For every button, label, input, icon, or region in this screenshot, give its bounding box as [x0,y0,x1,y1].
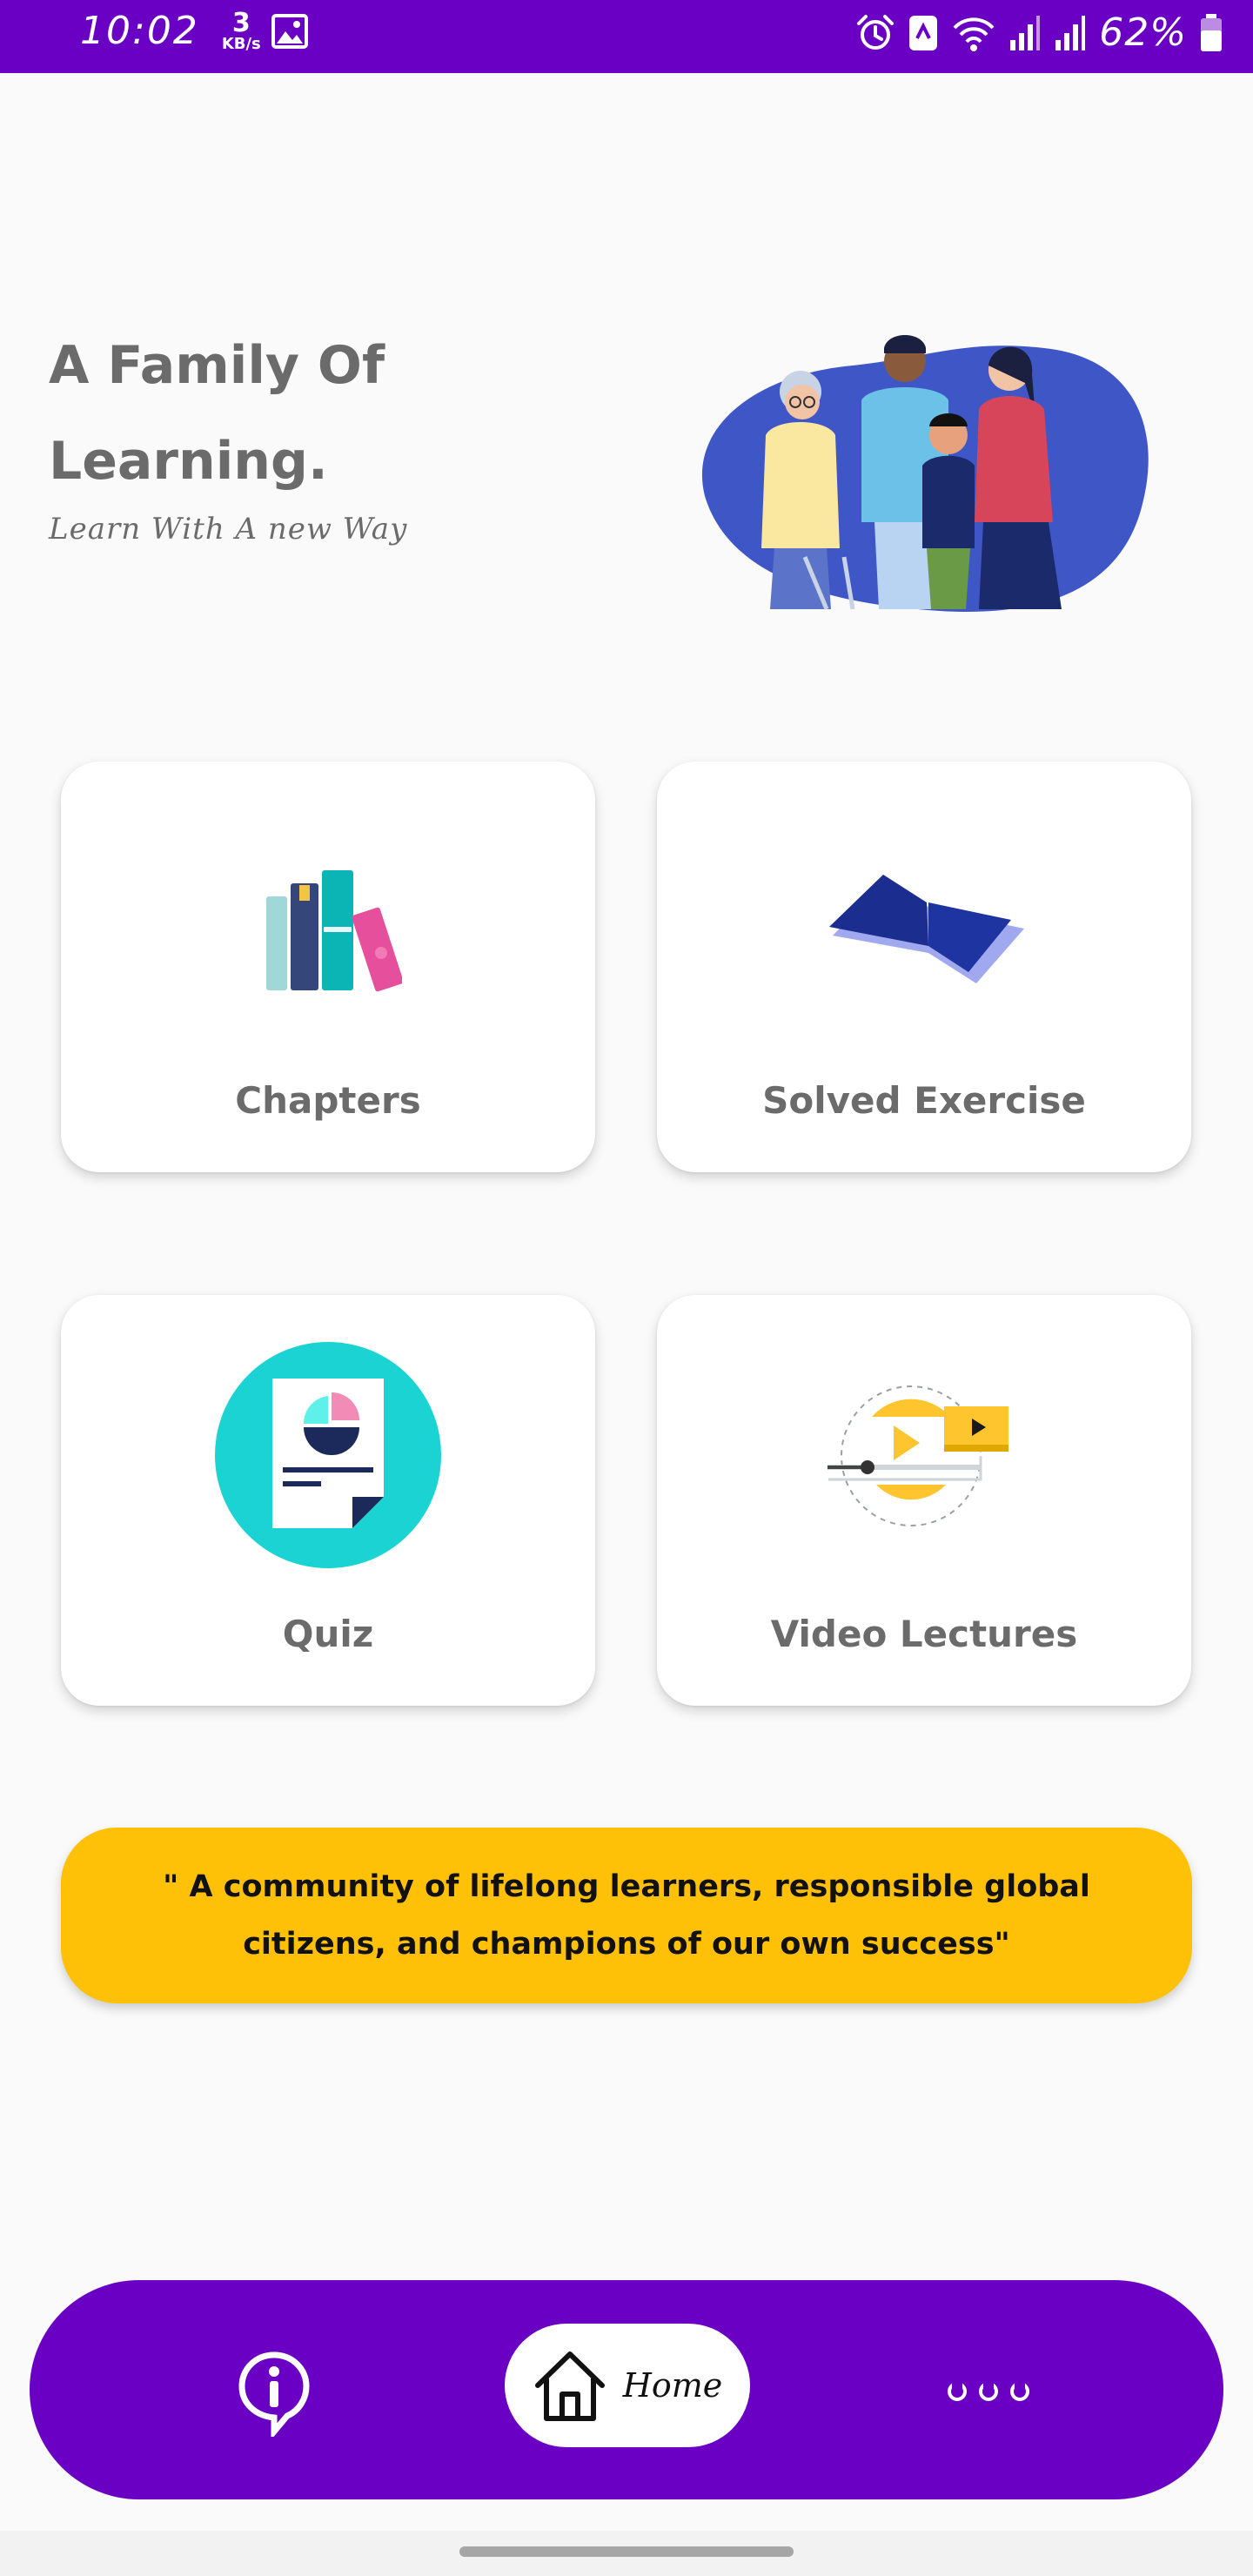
books-icon [266,870,402,992]
quiz-card[interactable]: Quiz [61,1295,595,1706]
open-book-icon [829,875,1024,983]
family-illustration [701,335,1149,613]
signal-1-icon [1010,15,1041,50]
gesture-handle[interactable] [459,2546,794,2557]
video-lectures-label: Video Lectures [770,1613,1078,1655]
solved-exercise-label: Solved Exercise [762,1079,1086,1122]
signal-2-icon [1055,15,1086,50]
network-speed: 3 KB/s [222,10,261,52]
home-label: Home [622,2366,723,2405]
home-tab[interactable]: Home [505,2324,750,2447]
network-speed-value: 3 [231,7,251,38]
video-player-icon [828,1385,1008,1526]
network-speed-unit: KB/s [221,34,261,53]
hero-subtitle: Learn With A new Way [49,512,408,547]
bottom-navigation: Home [30,2280,1223,2499]
image-icon [271,13,308,49]
more-icon[interactable] [943,2367,1034,2411]
status-left: 10:02 3 KB/s [80,9,308,53]
hero-title: A Family Of Learning. [49,335,385,492]
data-saver-icon [953,17,995,51]
battery-percent: 62% [1099,10,1187,55]
home-icon [534,2351,605,2421]
status-right: 62% [855,10,1223,55]
solved-exercise-card[interactable]: Solved Exercise [657,761,1191,1172]
quiz-document-icon [215,1342,441,1568]
video-lectures-card[interactable]: Video Lectures [657,1295,1191,1706]
quote-banner: " A community of lifelong learners, resp… [61,1828,1192,2003]
battery-icon [1201,13,1222,51]
alarm-icon [857,14,895,50]
quiz-label: Quiz [282,1613,374,1655]
chapters-card[interactable]: Chapters [61,761,595,1172]
info-icon[interactable] [235,2350,313,2437]
quote-text: " A community of lifelong learners, resp… [163,1869,1090,1962]
status-bar: 10:02 3 KB/s 62% [0,0,1253,73]
chapters-label: Chapters [235,1079,421,1122]
nfc-icon [909,15,938,50]
status-time: 10:02 [80,9,199,53]
